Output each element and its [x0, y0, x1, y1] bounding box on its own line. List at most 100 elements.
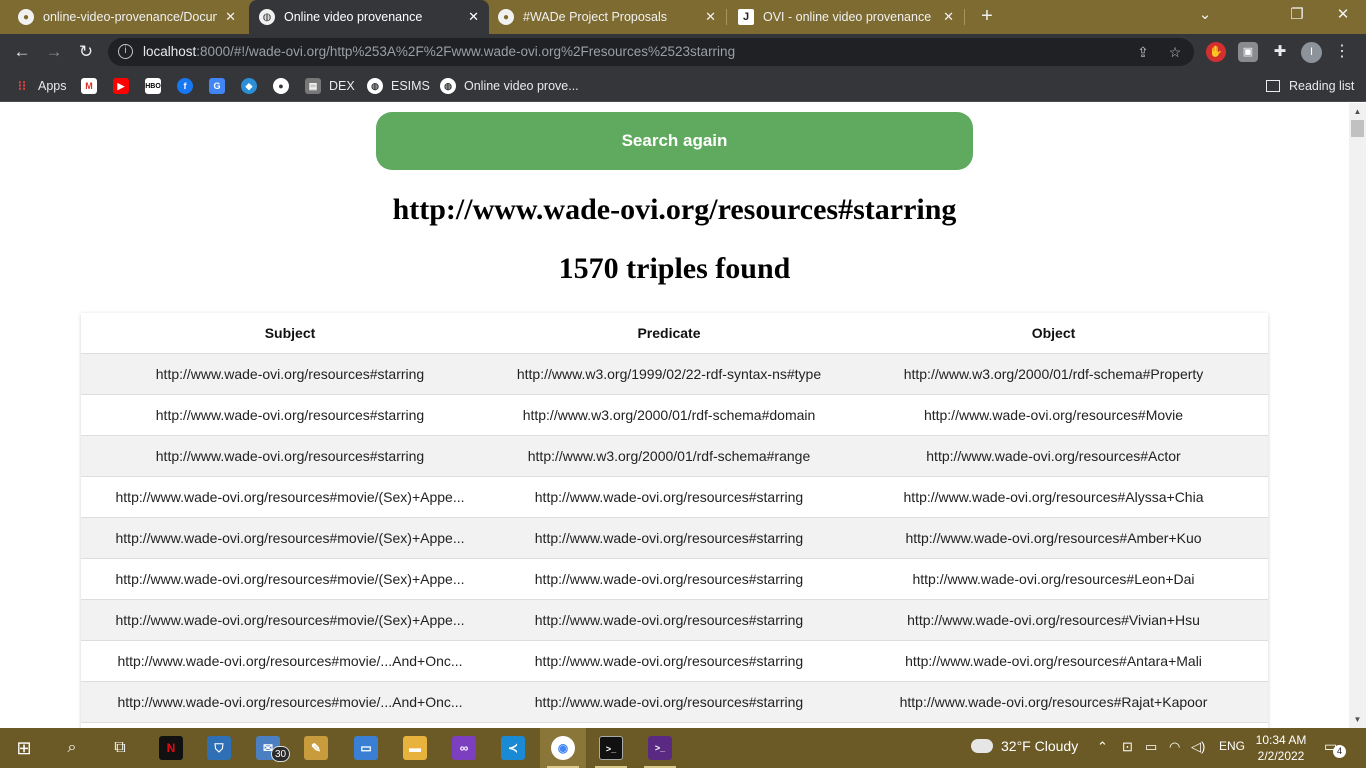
menu-icon[interactable]: ⋮	[1334, 40, 1350, 64]
forward-button[interactable]: →	[42, 40, 66, 64]
close-icon[interactable]: ✕	[943, 9, 954, 25]
bookmark-facebook[interactable]: f	[177, 76, 193, 96]
triples-count-heading: 1570 triples found	[558, 252, 791, 285]
restore-button[interactable]: ❐	[1274, 0, 1320, 30]
bookmark-youtube[interactable]: ▶	[113, 76, 129, 96]
bookmark-star-icon[interactable]: ☆	[1166, 43, 1184, 61]
subject-cell[interactable]: http://www.wade-ovi.org/resources#movie/…	[81, 681, 499, 723]
paint-icon[interactable]: ✎	[304, 736, 328, 760]
bookmark-dex[interactable]: ▤ DEX	[305, 76, 355, 96]
predicate-cell[interactable]: http://www.w3.org/2000/01/rdf-schema#ran…	[499, 435, 839, 477]
page-viewport: Search again http://www.wade-ovi.org/res…	[0, 103, 1349, 728]
bookmark-hbo[interactable]: HBO	[145, 76, 161, 96]
subject-cell[interactable]: http://www.wade-ovi.org/resources#movie/…	[81, 640, 499, 682]
chrome-icon[interactable]: ◉	[551, 736, 575, 760]
terminal-icon[interactable]: >_	[599, 736, 623, 760]
tab-wade-proposals[interactable]: ● #WADe Project Proposals ✕	[488, 0, 726, 34]
close-icon[interactable]: ✕	[468, 9, 479, 25]
bookmark-esims[interactable]: ◍ ESIMS	[367, 76, 430, 96]
close-icon[interactable]: ✕	[225, 9, 236, 25]
system-clock[interactable]: 10:34 AM 2/2/2022	[1250, 732, 1312, 764]
bookmark-github[interactable]: ●	[273, 76, 289, 96]
search-again-button[interactable]: Search again	[376, 112, 973, 170]
task-view-icon[interactable]: ⧉	[106, 734, 134, 762]
netflix-icon[interactable]: N	[159, 736, 183, 760]
computer-icon[interactable]: ▭	[354, 736, 378, 760]
site-info-icon[interactable]: i	[118, 44, 133, 59]
adblock-extension-icon[interactable]: ✋	[1206, 42, 1226, 62]
object-cell[interactable]: http://www.wade-ovi.org/resources#Antara…	[839, 640, 1268, 682]
reading-list-button[interactable]: Reading list	[1266, 76, 1354, 96]
subject-cell[interactable]: http://www.wade-ovi.org/resources#movie/…	[81, 476, 499, 518]
predicate-cell[interactable]: http://www.wade-ovi.org/resources#starri…	[499, 681, 839, 723]
predicate-cell[interactable]: http://www.wade-ovi.org/resources#starri…	[499, 517, 839, 559]
wifi-icon[interactable]: ◠	[1169, 739, 1180, 755]
object-cell[interactable]: http://www.wade-ovi.org/resources#Actor	[839, 435, 1268, 477]
bookmark-site[interactable]: ◆	[241, 76, 257, 96]
search-icon[interactable]: ⌕	[58, 734, 86, 762]
bookmark-gmail[interactable]: M	[81, 76, 97, 96]
window-close-button[interactable]: ✕	[1320, 0, 1366, 30]
profile-avatar[interactable]: I	[1301, 42, 1322, 63]
object-cell[interactable]: http://www.wade-ovi.org/resources#Vivian…	[839, 599, 1268, 641]
meet-now-icon[interactable]: ⊡	[1122, 739, 1133, 755]
scroll-up-arrow-icon[interactable]: ▲	[1349, 103, 1366, 120]
predicate-cell[interactable]: http://www.wade-ovi.org/resources#starri…	[499, 640, 839, 682]
tab-ovi-document[interactable]: J OVI - online video provenance - ✕	[728, 0, 964, 34]
back-button[interactable]: ←	[10, 40, 34, 64]
table-row: http://www.wade-ovi.org/resources#starri…	[81, 353, 1268, 395]
battery-icon[interactable]: ▭	[1145, 739, 1157, 755]
reload-button[interactable]: ↻	[74, 40, 98, 64]
notification-center-icon[interactable]: ▭ 4	[1324, 738, 1346, 758]
subject-cell[interactable]: http://www.wade-ovi.org/resources#starri…	[81, 394, 499, 436]
object-cell[interactable]: http://www.wade-ovi.org/resources#Alyssa…	[839, 476, 1268, 518]
bookmark-apps[interactable]: ⁝⁝ Apps	[14, 76, 67, 96]
table-row: http://www.wade-ovi.org/resources#movie/…	[81, 640, 1268, 682]
predicate-cell[interactable]: http://www.w3.org/2000/01/rdf-schema#dom…	[499, 394, 839, 436]
subject-cell[interactable]: http://www.wade-ovi.org/resources#movie/…	[81, 517, 499, 559]
object-cell[interactable]: http://www.wade-ovi.org/resources#Leon+D…	[839, 558, 1268, 600]
subject-cell[interactable]: http://www.wade-ovi.org/resources#starri…	[81, 435, 499, 477]
scroll-down-arrow-icon[interactable]: ▼	[1349, 711, 1366, 728]
facebook-icon: f	[177, 78, 193, 94]
tab-search-button[interactable]: ⌄	[1182, 0, 1228, 30]
powershell-icon[interactable]: >_	[648, 736, 672, 760]
object-cell[interactable]: http://www.wade-ovi.org/resources#Movie	[839, 394, 1268, 436]
page-scrollbar[interactable]: ▲ ▼	[1349, 103, 1366, 728]
globe-icon: ◍	[440, 78, 456, 94]
bookmark-translate[interactable]: G	[209, 76, 225, 96]
object-cell[interactable]: http://www.w3.org/2000/01/rdf-schema#Pro…	[839, 353, 1268, 395]
scrollbar-thumb[interactable]	[1351, 120, 1364, 137]
object-cell[interactable]: http://www.wade-ovi.org/resources#Amber+…	[839, 517, 1268, 559]
object-cell[interactable]: http://www.wade-ovi.org/resources#Rajat+…	[839, 681, 1268, 723]
tab-github-docs[interactable]: ● online-video-provenance/Docum ✕	[8, 0, 246, 34]
visual-studio-icon[interactable]: ∞	[452, 736, 476, 760]
predicate-cell[interactable]: http://www.wade-ovi.org/resources#starri…	[499, 476, 839, 518]
language-indicator[interactable]: ENG	[1219, 739, 1245, 753]
vscode-icon[interactable]: ≺	[501, 736, 525, 760]
url-text[interactable]: localhost:8000/#!/wade-ovi.org/http%253A…	[143, 44, 735, 59]
triples-table: Subject Predicate Object http://www.wade…	[81, 313, 1268, 728]
volume-icon[interactable]: ◁)	[1191, 739, 1205, 755]
new-tab-button[interactable]: +	[976, 5, 998, 27]
subject-cell[interactable]: http://www.wade-ovi.org/resources#movie/…	[81, 558, 499, 600]
share-icon[interactable]: ⇪	[1134, 43, 1152, 61]
subject-cell[interactable]: http://www.wade-ovi.org/resources#starri…	[81, 353, 499, 395]
tab-online-video-provenance[interactable]: ◍ Online video provenance ✕	[249, 0, 489, 34]
file-explorer-icon[interactable]: ▬	[403, 736, 427, 760]
predicate-cell[interactable]: http://www.w3.org/1999/02/22-rdf-syntax-…	[499, 353, 839, 395]
cloud-icon	[971, 739, 993, 753]
subject-cell[interactable]: http://www.wade-ovi.org/resources#movie/…	[81, 599, 499, 641]
extension-icon[interactable]: ▣	[1238, 42, 1258, 62]
address-bar[interactable]: i localhost:8000/#!/wade-ovi.org/http%25…	[108, 38, 1194, 66]
close-icon[interactable]: ✕	[705, 9, 716, 25]
predicate-cell[interactable]: http://www.wade-ovi.org/resources#starri…	[499, 558, 839, 600]
store-icon[interactable]: ⛉	[207, 736, 231, 760]
weather-widget[interactable]: 32°F Cloudy	[971, 738, 1078, 754]
chevron-up-icon[interactable]: ⌃	[1097, 739, 1108, 755]
bookmark-online-video[interactable]: ◍ Online video prove...	[440, 76, 579, 96]
dex-icon: ▤	[305, 78, 321, 94]
predicate-cell[interactable]: http://www.wade-ovi.org/resources#starri…	[499, 599, 839, 641]
windows-start-icon[interactable]: ⊞	[10, 734, 38, 762]
puzzle-icon[interactable]: ✚	[1270, 42, 1290, 62]
